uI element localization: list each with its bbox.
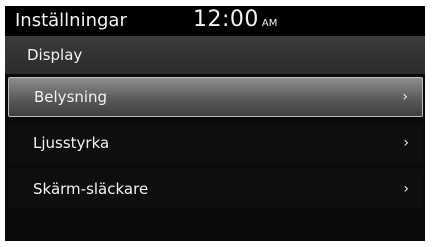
chevron-right-icon: › [402,89,408,105]
menu-item-label: Ljusstyrka [33,134,110,152]
menu-item-ljusstyrka[interactable]: Ljusstyrka › [8,123,423,163]
clock: 12:00 AM [193,6,277,34]
section-title: Display [27,46,83,64]
settings-screen: Inställningar 12:00 AM Display Belysning … [5,6,425,241]
screen-title: Inställningar [15,10,127,31]
clock-ampm: AM [261,18,278,29]
chevron-right-icon: › [403,181,409,197]
menu-list: Belysning › Ljusstyrka › Skärm-släckare … [5,77,425,215]
status-bar: Inställningar 12:00 AM [5,6,425,36]
menu-item-label: Belysning [34,88,108,106]
menu-item-skarm-slackare[interactable]: Skärm-släckare › [8,169,423,209]
clock-time: 12:00 [193,7,259,32]
menu-item-label: Skärm-släckare [33,180,149,198]
chevron-right-icon: › [403,135,409,151]
section-header: Display [5,36,425,74]
menu-item-belysning[interactable]: Belysning › [8,77,423,117]
